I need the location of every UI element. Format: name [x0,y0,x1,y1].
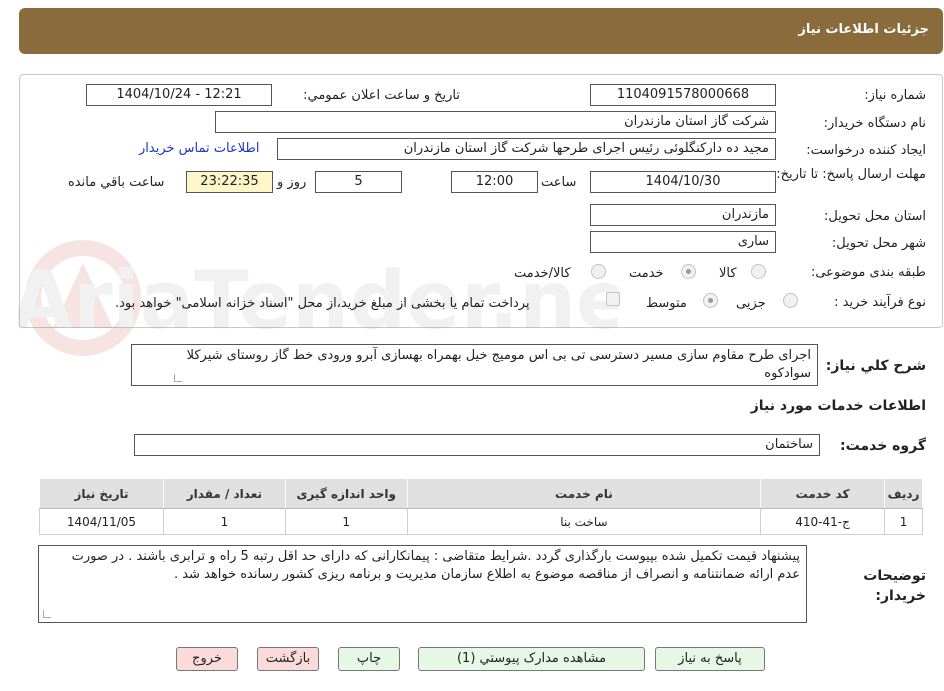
deadline-time-field: 12:00 [451,171,538,193]
buyer-org-label: نام دستگاه خریدار: [823,116,926,131]
creator-label: ایجاد کننده درخواست: [806,143,926,158]
exit-button[interactable]: خروج [176,647,238,671]
reply-button[interactable]: پاسخ به نیاز [655,647,765,671]
process-option-minor: جزیی [736,296,766,311]
service-group-field: ساختمان [134,434,820,456]
services-table: ردیف کد خدمت نام خدمت واحد اندازه گیری ت… [39,478,923,535]
col-header-date: تاریخ نیاز [39,478,164,509]
deadline-label: مهلت ارسال پاسخ: تا تاریخ: [776,167,926,182]
back-button[interactable]: بازگشت [257,647,319,671]
resize-handle-icon[interactable] [43,610,51,618]
buyer-notes-text: پیشنهاد قیمت تکمیل شده بپیوست بارگذاری گ… [71,549,800,582]
table-row: 1 ج-41-410 ساخت بنا 1 1 1404/11/05 [39,508,923,535]
cell-row: 1 [884,508,923,535]
announce-date-field: 1404/10/24 - 12:21 [86,84,272,106]
description-textarea[interactable]: اجرای طرح مقاوم سازی مسیر دسترسی تی بی ا… [131,344,818,386]
page-title: جزئیات اطلاعات نیاز [798,22,929,37]
col-header-quantity: تعداد / مقدار [162,478,286,509]
announce-date-label: تاریخ و ساعت اعلان عمومي: [303,88,460,103]
buyer-org-field: شرکت گاز استان مازندران [215,111,776,133]
services-table-wrap: ردیف کد خدمت نام خدمت واحد اندازه گیری ت… [39,478,923,535]
category-option-service: خدمت [629,266,664,281]
category-radio-goods-service[interactable] [591,264,606,279]
col-header-code: کد خدمت [760,478,886,509]
treasury-note: پرداخت تمام یا بخشی از مبلغ خرید،از محل … [115,296,530,311]
remaining-time-field: 23:22:35 [186,171,273,193]
category-radio-goods[interactable] [751,264,766,279]
col-header-name: نام خدمت [406,478,762,509]
print-button[interactable]: چاپ [338,647,400,671]
province-label: استان محل تحویل: [824,209,926,224]
city-field: ساری [590,231,776,253]
cell-quantity: 1 [162,508,286,535]
process-type-label: نوع فرآیند خرید : [834,295,926,310]
province-field: مازندران [590,204,776,226]
need-number-label: شماره نیاز: [864,88,926,103]
col-header-row: ردیف [884,478,923,509]
process-radio-minor[interactable] [783,293,798,308]
cell-date: 1404/11/05 [39,508,164,535]
services-table-header: ردیف کد خدمت نام خدمت واحد اندازه گیری ت… [39,478,923,509]
deadline-date-field: 1404/10/30 [590,171,776,193]
view-attachments-button[interactable]: مشاهده مدارک پیوستي (1) [418,647,645,671]
buyer-notes-textarea[interactable]: پیشنهاد قیمت تکمیل شده بپیوست بارگذاری گ… [38,545,807,623]
buyer-contact-link[interactable]: اطلاعات تماس خریدار [139,141,259,156]
category-option-goods-service: کالا/خدمت [514,266,571,281]
days-remaining-field: 5 [315,171,402,193]
col-header-unit: واحد اندازه گیری [284,478,408,509]
page-header: جزئیات اطلاعات نیاز [19,8,943,54]
services-section-title: اطلاعات خدمات مورد نیاز [750,398,926,414]
category-label: طبقه بندی موضوعی: [810,265,926,280]
cell-name: ساخت بنا [406,508,762,535]
treasury-checkbox[interactable] [606,292,620,306]
city-label: شهر محل تحویل: [831,236,926,251]
resize-handle-icon[interactable] [174,374,182,382]
buyer-notes-label: توضیحات خریدار: [863,568,926,604]
cell-code: ج-41-410 [760,508,886,535]
process-radio-medium[interactable] [703,293,718,308]
service-group-label: گروه خدمت: [840,438,926,454]
creator-field: مجید ده دارکنگلوئی رئیس اجرای طرحها شرکت… [277,138,776,160]
days-label: روز و [277,175,307,190]
deadline-time-label: ساعت [541,175,577,190]
description-text: اجرای طرح مقاوم سازی مسیر دسترسی تی بی ا… [186,348,811,381]
remaining-time-label: ساعت باقي مانده [68,175,165,190]
category-option-goods: کالا [719,266,737,281]
cell-unit: 1 [284,508,408,535]
category-radio-service[interactable] [681,264,696,279]
description-label: شرح کلي نیاز: [825,358,926,374]
process-option-medium: متوسط [646,296,687,311]
need-number-field: 1104091578000668 [590,84,776,106]
